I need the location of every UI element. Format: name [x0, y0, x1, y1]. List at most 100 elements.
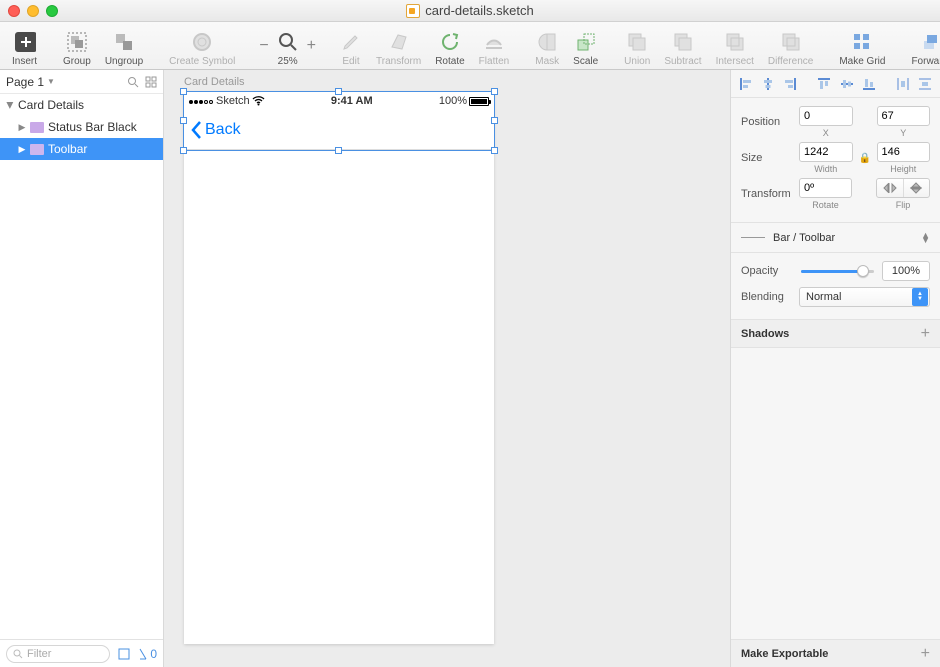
canvas[interactable]: Card Details Sketch 9:41 AM 100% Back: [164, 70, 730, 667]
intersect-icon: [724, 31, 746, 53]
opacity-slider[interactable]: [801, 264, 874, 278]
forward-button[interactable]: Forward: [905, 23, 940, 67]
intersect-label: Intersect: [716, 56, 754, 67]
shadows-label: Shadows: [741, 328, 789, 340]
distribute-v-icon[interactable]: [916, 75, 934, 93]
y-sublabel: Y: [900, 128, 906, 138]
ios-status-bar: Sketch 9:41 AM 100%: [184, 92, 494, 110]
union-label: Union: [624, 56, 650, 67]
folder-icon: [30, 144, 44, 155]
scale-button[interactable]: Scale: [567, 23, 604, 67]
align-top-icon[interactable]: [815, 75, 833, 93]
disclosure-triangle-icon[interactable]: ▶: [5, 101, 16, 109]
artboard-label[interactable]: Card Details: [184, 76, 245, 88]
back-button[interactable]: Back: [190, 120, 241, 140]
layer-row[interactable]: ▶ Status Bar Black: [0, 116, 163, 138]
forward-label: Forward: [911, 56, 940, 67]
scale-label: Scale: [573, 56, 598, 67]
export-section-header[interactable]: Make Exportable +: [731, 639, 940, 667]
insert-button[interactable]: Insert: [6, 23, 43, 67]
window-title-text: card-details.sketch: [425, 3, 533, 18]
chevron-left-icon: [190, 120, 202, 140]
artboard-name: Card Details: [18, 98, 84, 112]
union-icon: [626, 31, 648, 53]
flatten-icon: [483, 31, 505, 53]
layer-name: Status Bar Black: [48, 120, 137, 134]
intersect-button[interactable]: Intersect: [710, 23, 760, 67]
height-input[interactable]: [877, 142, 931, 162]
folder-icon: [30, 122, 44, 133]
transform-label: Transform: [741, 188, 793, 200]
align-bottom-icon[interactable]: [860, 75, 878, 93]
page-selector[interactable]: Page 1▼: [0, 70, 163, 94]
alignment-row: [731, 70, 940, 98]
chevron-down-icon: ▼: [47, 77, 55, 86]
shadows-section-header[interactable]: Shadows +: [731, 320, 940, 348]
align-left-icon[interactable]: [737, 75, 755, 93]
style-name: Bar / Toolbar: [765, 232, 921, 244]
rotate-input[interactable]: [799, 178, 852, 198]
layers-sidebar: Page 1▼ ▶ Card Details ▶ Status Bar Blac…: [0, 70, 164, 667]
lock-aspect-icon[interactable]: 🔒: [859, 153, 871, 164]
height-sublabel: Height: [890, 164, 916, 174]
difference-button[interactable]: Difference: [762, 23, 819, 67]
blending-select[interactable]: Normal ▲▼: [799, 287, 930, 307]
forward-icon: [919, 31, 940, 53]
slice-count: 0: [150, 647, 157, 661]
search-icon[interactable]: [127, 76, 139, 88]
create-symbol-button[interactable]: Create Symbol: [163, 23, 241, 67]
y-input[interactable]: [877, 106, 931, 126]
layer-row-selected[interactable]: ▶ Toolbar: [0, 138, 163, 160]
layer-name: Toolbar: [48, 142, 87, 156]
union-button[interactable]: Union: [618, 23, 656, 67]
group-button[interactable]: Group: [57, 23, 97, 67]
zoom-out-button[interactable]: −: [255, 37, 272, 67]
magnifier-icon: [277, 31, 299, 53]
disclosure-triangle-icon[interactable]: ▶: [18, 144, 26, 155]
opacity-label: Opacity: [741, 265, 793, 277]
align-center-v-icon[interactable]: [838, 75, 856, 93]
flip-vertical-button[interactable]: [904, 179, 930, 197]
filter-input[interactable]: Filter: [6, 645, 110, 663]
flatten-label: Flatten: [479, 56, 510, 67]
grid-icon[interactable]: [145, 76, 157, 88]
position-label: Position: [741, 116, 793, 128]
mask-icon: [536, 31, 558, 53]
artboard-row[interactable]: ▶ Card Details: [0, 94, 163, 116]
flip-sublabel: Flip: [876, 200, 930, 210]
opacity-value[interactable]: 100%: [882, 261, 930, 281]
mask-button[interactable]: Mask: [529, 23, 565, 67]
make-grid-label: Make Grid: [839, 56, 885, 67]
align-right-icon[interactable]: [781, 75, 799, 93]
wifi-icon: [252, 96, 265, 106]
x-input[interactable]: [799, 106, 853, 126]
titlebar: card-details.sketch: [0, 0, 940, 22]
create-symbol-label: Create Symbol: [169, 56, 235, 67]
flip-group: Flip: [876, 178, 930, 210]
flip-horizontal-button[interactable]: [877, 179, 904, 197]
layers-list: ▶ Card Details ▶ Status Bar Black ▶ Tool…: [0, 94, 163, 639]
ungroup-button[interactable]: Ungroup: [99, 23, 149, 67]
artboard-filter-icon[interactable]: [118, 648, 130, 660]
make-grid-button[interactable]: Make Grid: [833, 23, 891, 67]
flatten-button[interactable]: Flatten: [473, 23, 516, 67]
stepper-icon: ▲▼: [921, 233, 930, 243]
shared-style-select[interactable]: Bar / Toolbar ▲▼: [731, 223, 940, 253]
zoom-in-button[interactable]: +: [303, 37, 320, 67]
inspector: Position X Y Size Width 🔒 Height Transfo…: [730, 70, 940, 667]
subtract-button[interactable]: Subtract: [658, 23, 707, 67]
slice-filter-icon[interactable]: 0: [138, 647, 157, 661]
zoom-button[interactable]: 25%: [275, 23, 301, 67]
artboard[interactable]: Sketch 9:41 AM 100% Back: [184, 92, 494, 644]
opacity-section: Opacity 100% Blending Normal ▲▼: [731, 253, 940, 320]
distribute-h-icon[interactable]: [894, 75, 912, 93]
add-shadow-button[interactable]: +: [921, 325, 930, 343]
disclosure-triangle-icon[interactable]: ▶: [18, 122, 26, 133]
back-label: Back: [205, 121, 241, 139]
width-input[interactable]: [799, 142, 853, 162]
align-center-h-icon[interactable]: [759, 75, 777, 93]
transform-button[interactable]: Transform: [370, 23, 427, 67]
edit-button[interactable]: Edit: [334, 23, 368, 67]
add-export-button[interactable]: +: [921, 645, 930, 663]
rotate-button[interactable]: Rotate: [429, 23, 470, 67]
